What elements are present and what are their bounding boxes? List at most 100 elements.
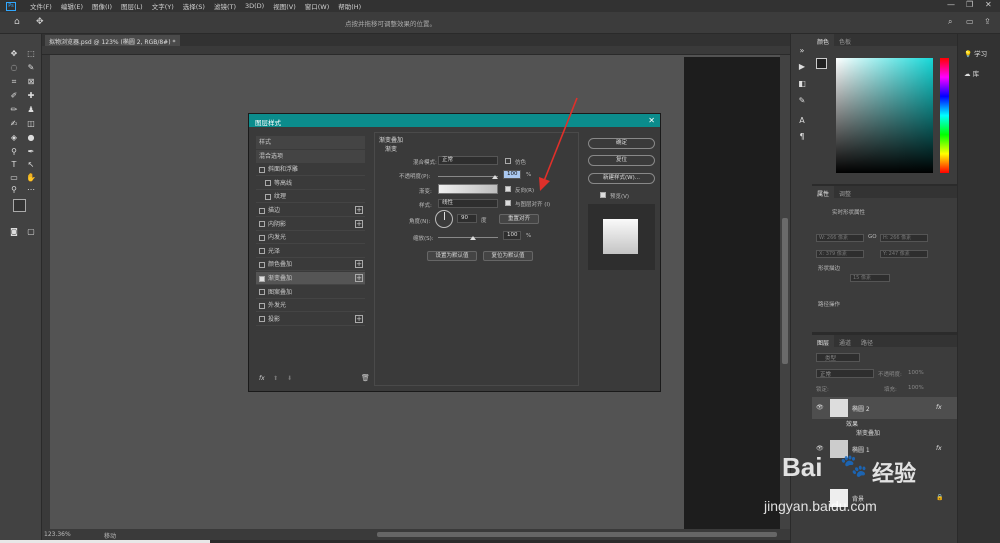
lasso-icon[interactable]: ◌ [8, 62, 20, 74]
tab-color[interactable]: 颜色 [812, 34, 835, 46]
horizontal-scrollbar[interactable] [377, 532, 777, 537]
libraries-item[interactable]: ☁ 库 [964, 68, 979, 78]
style-checkbox[interactable] [259, 207, 265, 214]
dither-checkbox[interactable] [505, 158, 511, 164]
align-checkbox[interactable] [505, 200, 511, 206]
close-icon[interactable]: ✕ [985, 0, 992, 9]
move-down-icon[interactable]: ⬇ [287, 375, 292, 382]
height-field[interactable]: H: 266 像素 [880, 234, 928, 242]
hue-slider[interactable] [940, 58, 949, 173]
make-default-button[interactable]: 设置为默认值 [427, 251, 477, 261]
tab-properties[interactable]: 属性 [812, 186, 835, 198]
fg-color-chip[interactable] [816, 58, 827, 69]
eyedropper-icon[interactable]: ✐ [8, 90, 20, 102]
dodge-icon[interactable]: ⚲ [8, 146, 20, 158]
menu-select[interactable]: 选择(S) [183, 1, 205, 11]
tab-swatches[interactable]: 色板 [834, 34, 856, 46]
add-effect-icon[interactable]: + [355, 260, 363, 269]
workspace-icon[interactable]: ▭ [966, 17, 974, 26]
move-tool-icon[interactable]: ✥ [36, 17, 44, 27]
style-item[interactable]: 等高线 [256, 177, 365, 190]
layer-filter[interactable]: 类型 [816, 353, 860, 362]
menu-filter[interactable]: 滤镜(T) [214, 1, 236, 11]
style-checkbox[interactable] [259, 289, 265, 296]
effect-gradient-overlay[interactable]: 渐变叠加 [856, 428, 880, 437]
delete-icon[interactable]: 🗑 [361, 374, 370, 382]
menu-window[interactable]: 窗口(W) [305, 1, 330, 11]
fill-value[interactable]: 100% [908, 385, 924, 391]
style-item[interactable]: 内发光 [256, 231, 365, 245]
brush-settings-icon[interactable]: ✎ [797, 96, 807, 106]
history-icon[interactable]: ◧ [797, 79, 807, 89]
menu-layer[interactable]: 图层(L) [121, 1, 143, 11]
paragraph-icon[interactable]: ¶ [797, 132, 807, 142]
blend-mode-select[interactable]: 正常 [816, 369, 874, 378]
quick-select-icon[interactable]: ✎ [25, 62, 37, 74]
more-tools-icon[interactable]: ⋯ [25, 184, 37, 196]
learn-item[interactable]: 💡 学习 [964, 48, 987, 58]
menu-help[interactable]: 帮助(H) [338, 1, 361, 11]
angle-dial[interactable] [435, 210, 453, 228]
menu-type[interactable]: 文字(Y) [152, 1, 174, 11]
style-item[interactable]: 内阴影 + [256, 218, 365, 231]
menu-view[interactable]: 视图(V) [273, 1, 296, 11]
tab-paths[interactable]: 路径 [856, 335, 878, 347]
blur-icon[interactable]: ● [25, 132, 37, 144]
add-effect-icon[interactable]: + [355, 314, 363, 323]
style-checkbox[interactable] [259, 221, 265, 228]
layer-opacity-value[interactable]: 100% [908, 370, 924, 376]
reset-button[interactable]: 复位 [588, 155, 655, 166]
tab-adjustments[interactable]: 调整 [834, 186, 856, 198]
style-item[interactable]: 外发光 [256, 299, 365, 313]
menu-image[interactable]: 图像(I) [92, 1, 112, 11]
visibility-eye-icon[interactable]: 👁 [816, 404, 824, 411]
fx-badge[interactable]: fx [936, 404, 942, 411]
add-effect-icon[interactable]: + [355, 219, 363, 228]
zoom-level[interactable]: 123.36% [44, 531, 71, 538]
zoom-icon[interactable]: ⚲ [8, 184, 20, 196]
frame-icon[interactable]: ⊠ [25, 76, 37, 88]
style-checkbox[interactable] [259, 248, 265, 255]
link-label[interactable]: GO [868, 234, 877, 240]
restore-icon[interactable]: ❐ [966, 0, 973, 9]
add-effect-icon[interactable]: + [355, 206, 363, 214]
opacity-slider[interactable] [438, 176, 498, 177]
y-field[interactable]: Y: 247 像素 [880, 250, 928, 258]
color-picker-field[interactable] [836, 58, 933, 173]
blend-mode-dropdown[interactable]: 正常 [438, 156, 498, 165]
menu-file[interactable]: 文件(F) [30, 1, 52, 11]
style-item[interactable]: 光泽 [256, 245, 365, 258]
bucket-icon[interactable]: ◈ [8, 132, 20, 144]
quick-mask-icon[interactable]: ◙ [8, 226, 20, 238]
scale-slider[interactable] [438, 237, 498, 238]
move-up-icon[interactable]: ⬆ [273, 375, 278, 382]
menu-3d[interactable]: 3D(D) [245, 2, 264, 10]
style-item[interactable]: 渐变叠加 + [256, 272, 365, 285]
style-checkbox[interactable] [259, 166, 265, 173]
style-checkbox[interactable] [265, 180, 271, 187]
style-checkbox[interactable] [259, 302, 265, 309]
style-item[interactable]: 斜面和浮雕 [256, 163, 365, 177]
style-item[interactable]: 混合选项 [256, 149, 365, 163]
hand-icon[interactable]: ✋ [25, 172, 37, 184]
search-icon[interactable]: ⌕ [948, 17, 952, 27]
scroll-thumb[interactable] [782, 218, 788, 364]
document-tab[interactable]: 拟物浏览器.psd @ 123% (椭圆 2, RGB/8#) * [45, 35, 180, 46]
path-select-icon[interactable]: ↖ [25, 159, 37, 171]
style-checkbox[interactable] [259, 316, 265, 323]
style-item[interactable]: 纹理 [256, 190, 365, 204]
scale-input[interactable]: 100 [503, 231, 521, 240]
style-item[interactable]: 样式 [256, 136, 365, 149]
style-dropdown[interactable]: 线性 [438, 199, 498, 208]
brush-icon[interactable]: ✏ [8, 104, 20, 116]
style-item[interactable]: 描边 + [256, 204, 365, 217]
reverse-checkbox[interactable] [505, 186, 511, 192]
healing-icon[interactable]: ✚ [25, 90, 37, 102]
style-checkbox[interactable] [259, 234, 265, 241]
add-effect-icon[interactable]: + [355, 274, 363, 282]
style-checkbox[interactable] [259, 261, 265, 268]
share-icon[interactable]: ⇪ [984, 17, 991, 26]
opacity-input[interactable]: 100 [503, 170, 521, 179]
marquee-icon[interactable]: ⬚ [25, 48, 37, 60]
style-item[interactable]: 图案叠加 [256, 286, 365, 299]
